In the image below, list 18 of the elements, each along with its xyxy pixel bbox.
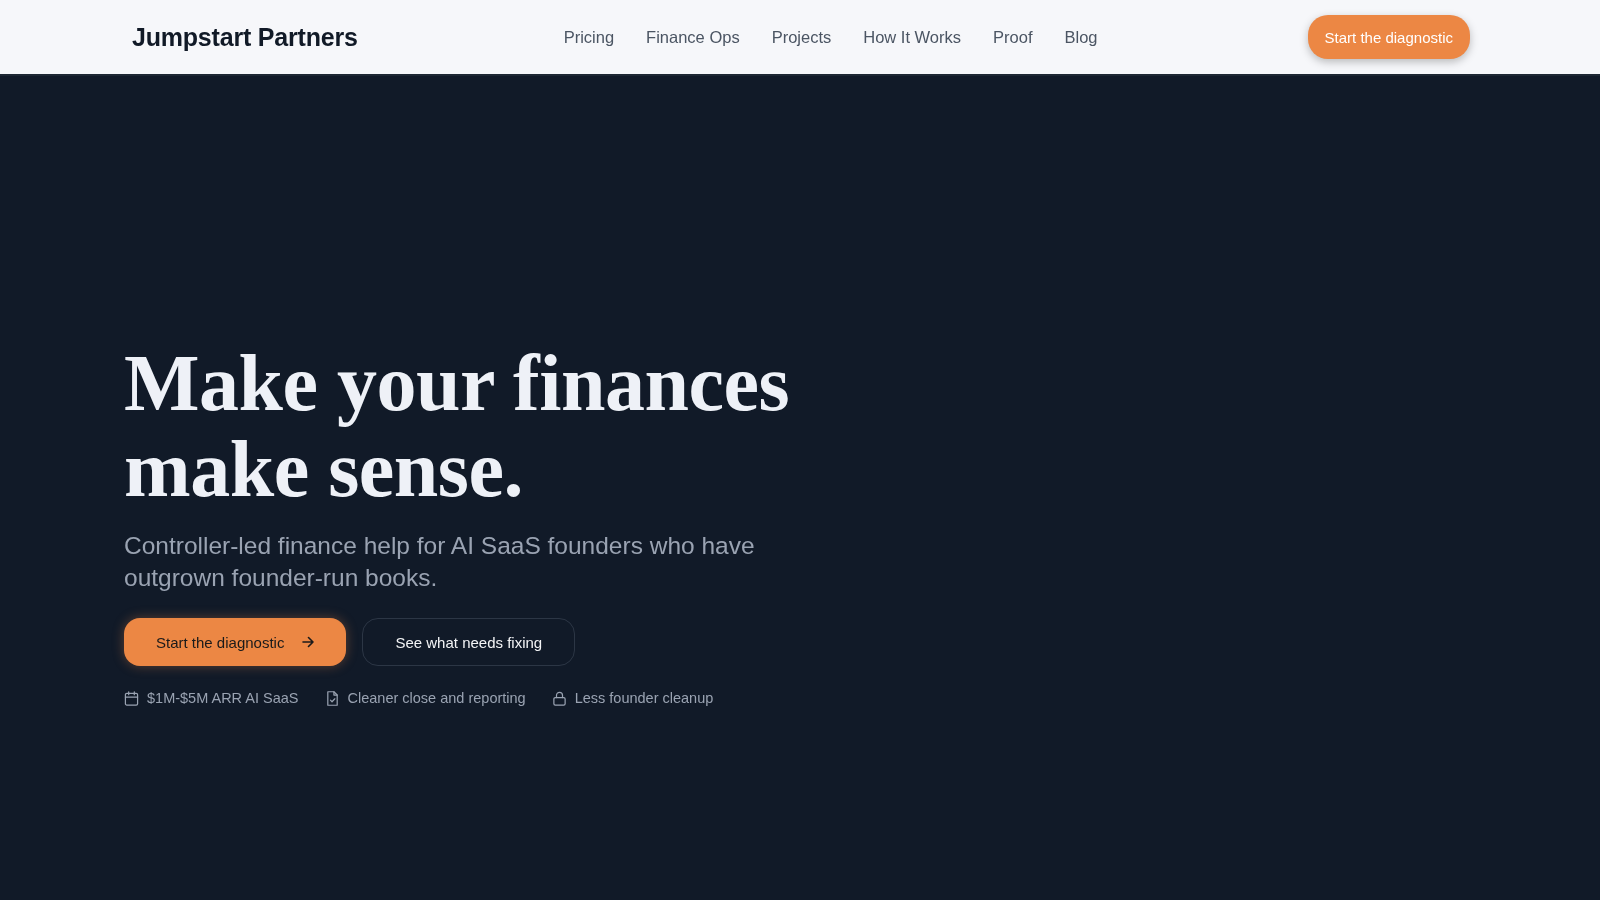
primary-cta-button[interactable]: Start the diagnostic (124, 618, 347, 666)
hero-heading: Make your finances make sense. (124, 340, 791, 512)
nav-link[interactable]: How It Works (863, 27, 962, 47)
nav-link[interactable]: Projects (771, 27, 832, 47)
calendar-icon (124, 690, 139, 706)
highlight-text: $1M-$5M ARR AI SaaS (147, 690, 299, 706)
secondary-button[interactable]: See what needs fixing (362, 618, 576, 666)
logo[interactable]: Jumpstart Partners (132, 22, 358, 52)
highlight-text: Cleaner close and reporting (347, 690, 526, 706)
highlight-text: Less founder cleanup (574, 690, 714, 706)
nav-link[interactable]: Pricing (563, 27, 615, 47)
lock-icon (551, 690, 567, 706)
nav-link[interactable]: Proof (993, 27, 1033, 47)
hero-subtitle: Controller-led finance help for AI SaaS founders who have outgrown founder-run books. (124, 531, 756, 593)
document-check-icon (324, 690, 340, 706)
nav-link[interactable]: Finance Ops (646, 27, 740, 47)
arrow-right-icon (302, 636, 315, 648)
nav-link[interactable]: Blog (1064, 27, 1098, 47)
